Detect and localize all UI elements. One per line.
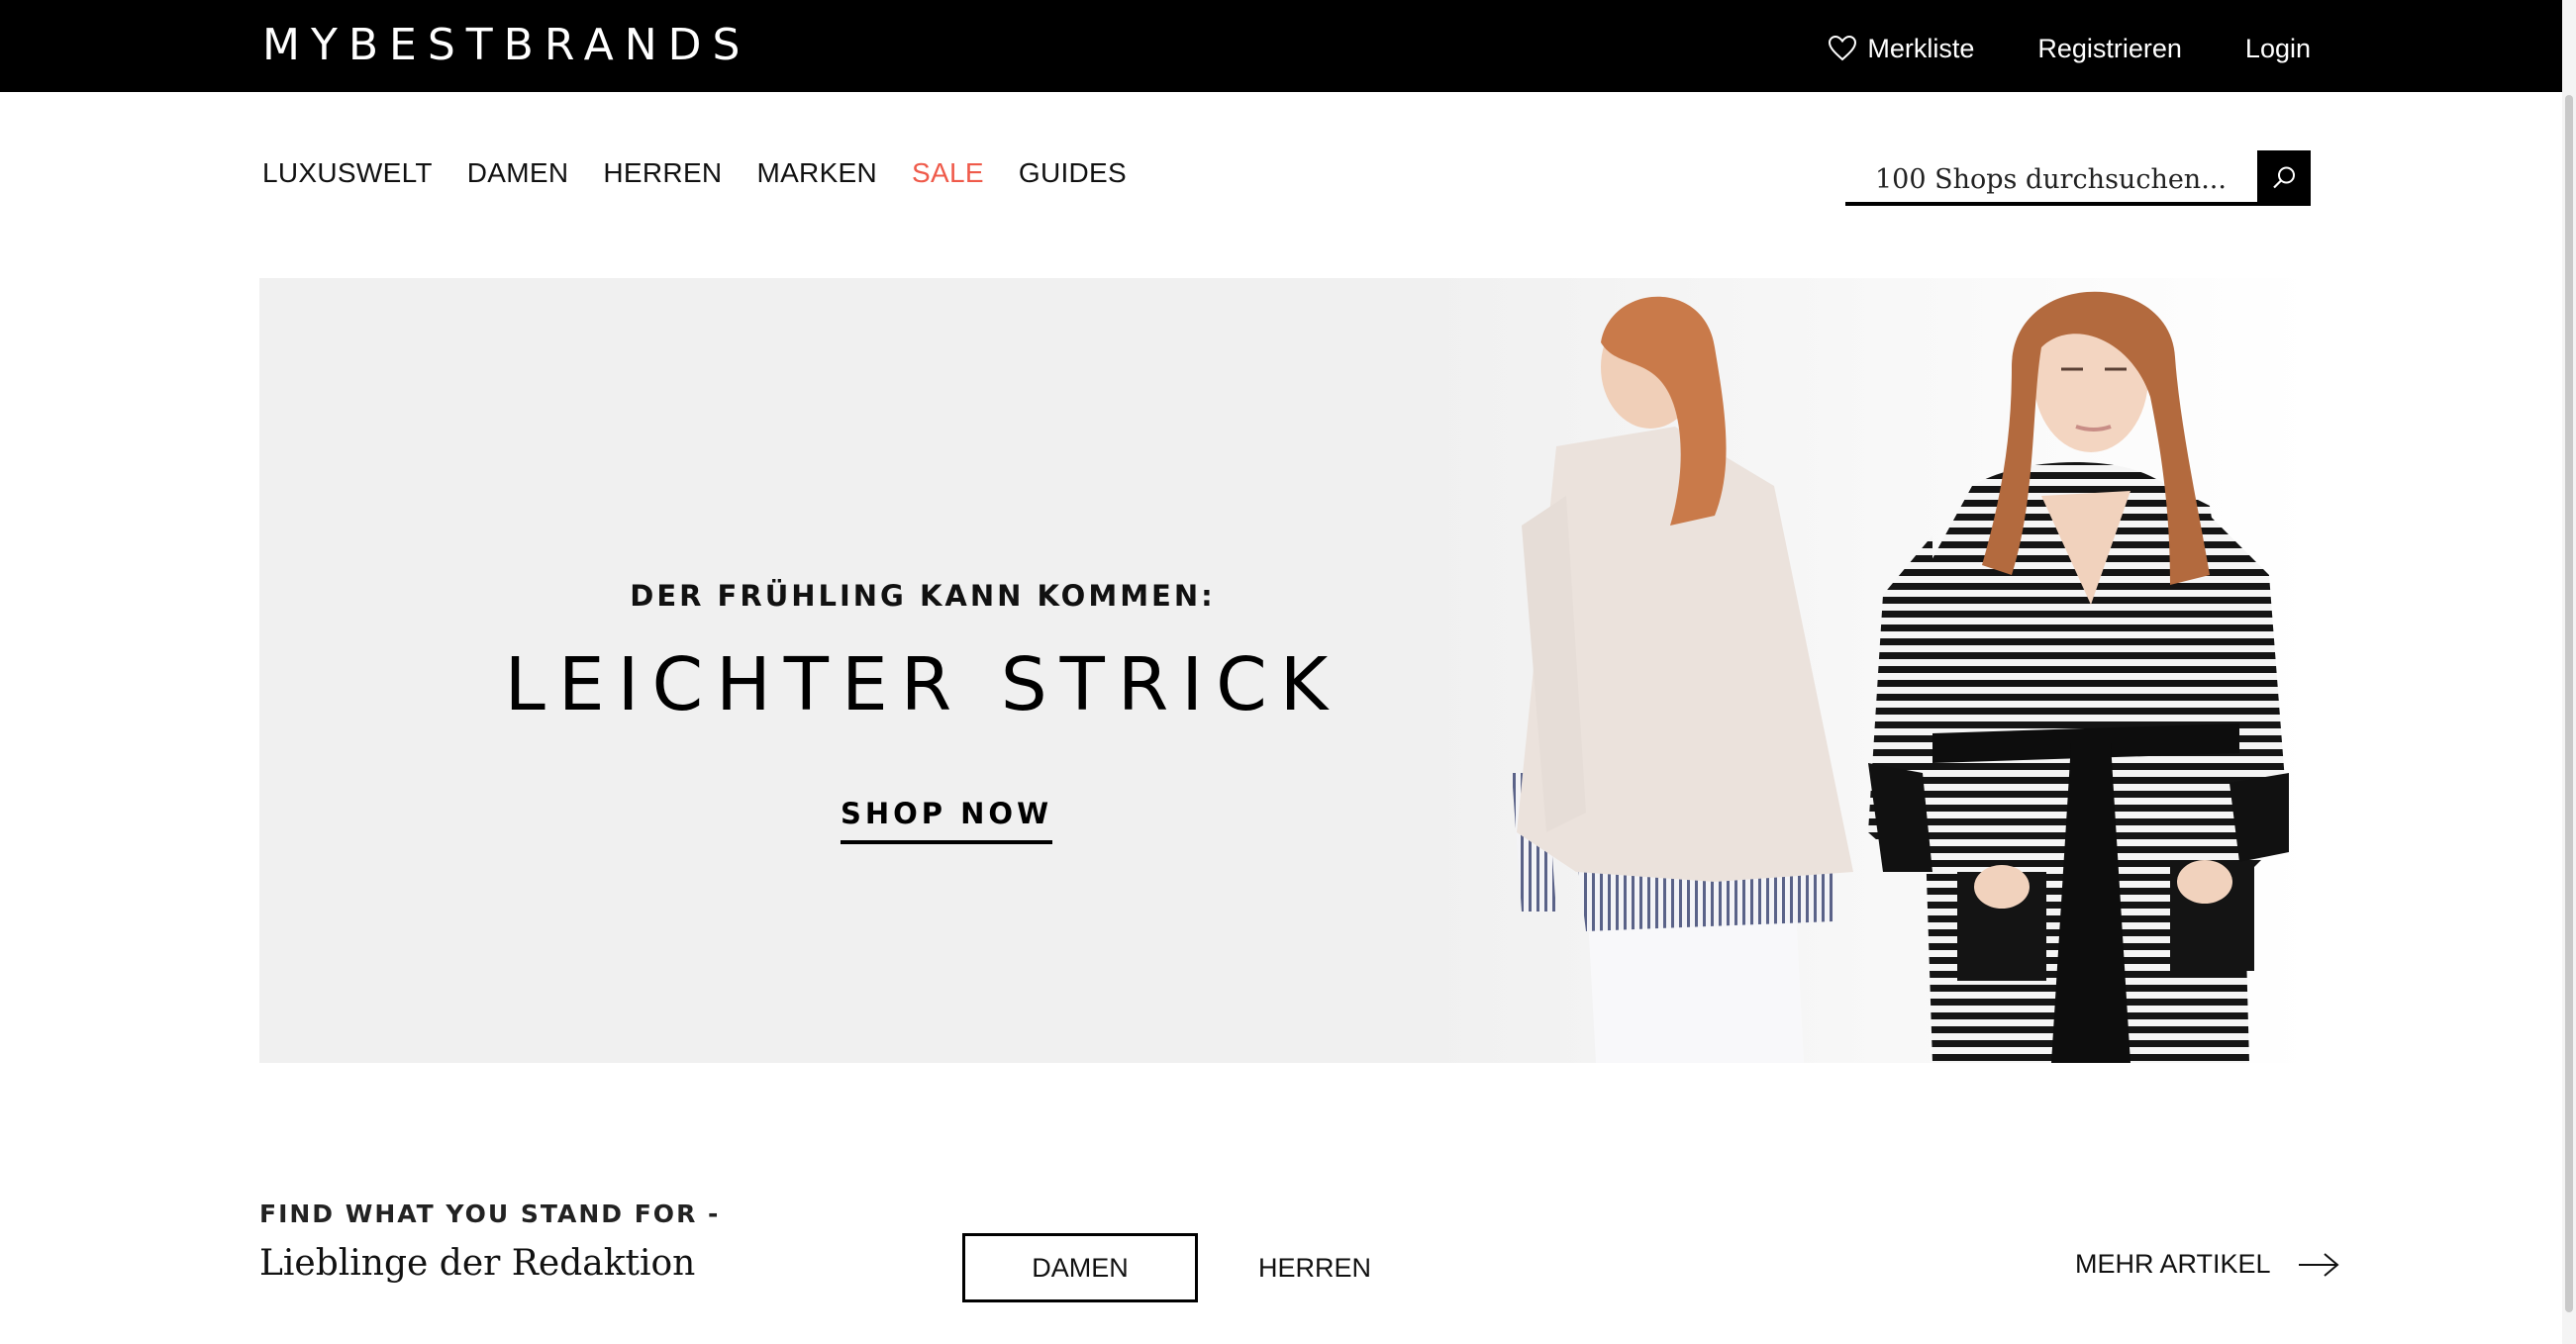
search-input[interactable]	[1845, 150, 2257, 206]
section-title: Lieblinge der Redaktion	[259, 1243, 696, 1284]
account-links: Merkliste Registrieren Login	[1828, 33, 2311, 64]
search-button[interactable]	[2257, 150, 2311, 206]
heart-icon	[1829, 35, 1857, 61]
nav-item-sale[interactable]: SALE	[912, 156, 984, 190]
registrieren-link[interactable]: Registrieren	[2037, 33, 2182, 64]
hero-title: LEICHTER STRICK	[504, 642, 1341, 727]
nav-item-marken[interactable]: MARKEN	[756, 156, 877, 190]
tab-herren[interactable]: HERREN	[1236, 1233, 1394, 1302]
mehr-artikel-label: MEHR ARTIKEL	[2075, 1249, 2271, 1279]
search-box	[1845, 150, 2311, 206]
merkliste-link[interactable]: Merkliste	[1828, 33, 1974, 64]
main-nav: LUXUSWELT DAMEN HERREN MARKEN SALE GUIDE…	[262, 156, 1127, 190]
shop-now-button[interactable]: SHOP NOW	[841, 797, 1053, 844]
section-kicker: FIND WHAT YOU STAND FOR -	[259, 1200, 721, 1228]
search-icon	[2273, 166, 2295, 189]
nav-item-luxuswelt[interactable]: LUXUSWELT	[262, 156, 433, 190]
nav-item-damen[interactable]: DAMEN	[467, 156, 569, 190]
top-bar: MYBESTBRANDS Merkliste Registrieren Logi…	[0, 0, 2576, 92]
arrow-right-icon	[2298, 1252, 2339, 1277]
hero-banner[interactable]: DER FRÜHLING KANN KOMMEN: LEICHTER STRIC…	[259, 278, 2313, 1063]
nav-item-guides[interactable]: GUIDES	[1019, 156, 1127, 190]
nav-item-herren[interactable]: HERREN	[603, 156, 722, 190]
tab-damen[interactable]: DAMEN	[962, 1233, 1198, 1302]
scrollbar-thumb[interactable]	[2565, 95, 2573, 1312]
login-link[interactable]: Login	[2245, 33, 2311, 64]
mehr-artikel-link[interactable]: MEHR ARTIKEL	[2075, 1249, 2340, 1280]
merkliste-label: Merkliste	[1867, 34, 1975, 63]
hero-kicker: DER FRÜHLING KANN KOMMEN:	[630, 579, 1216, 613]
site-logo[interactable]: MYBESTBRANDS	[262, 22, 750, 69]
